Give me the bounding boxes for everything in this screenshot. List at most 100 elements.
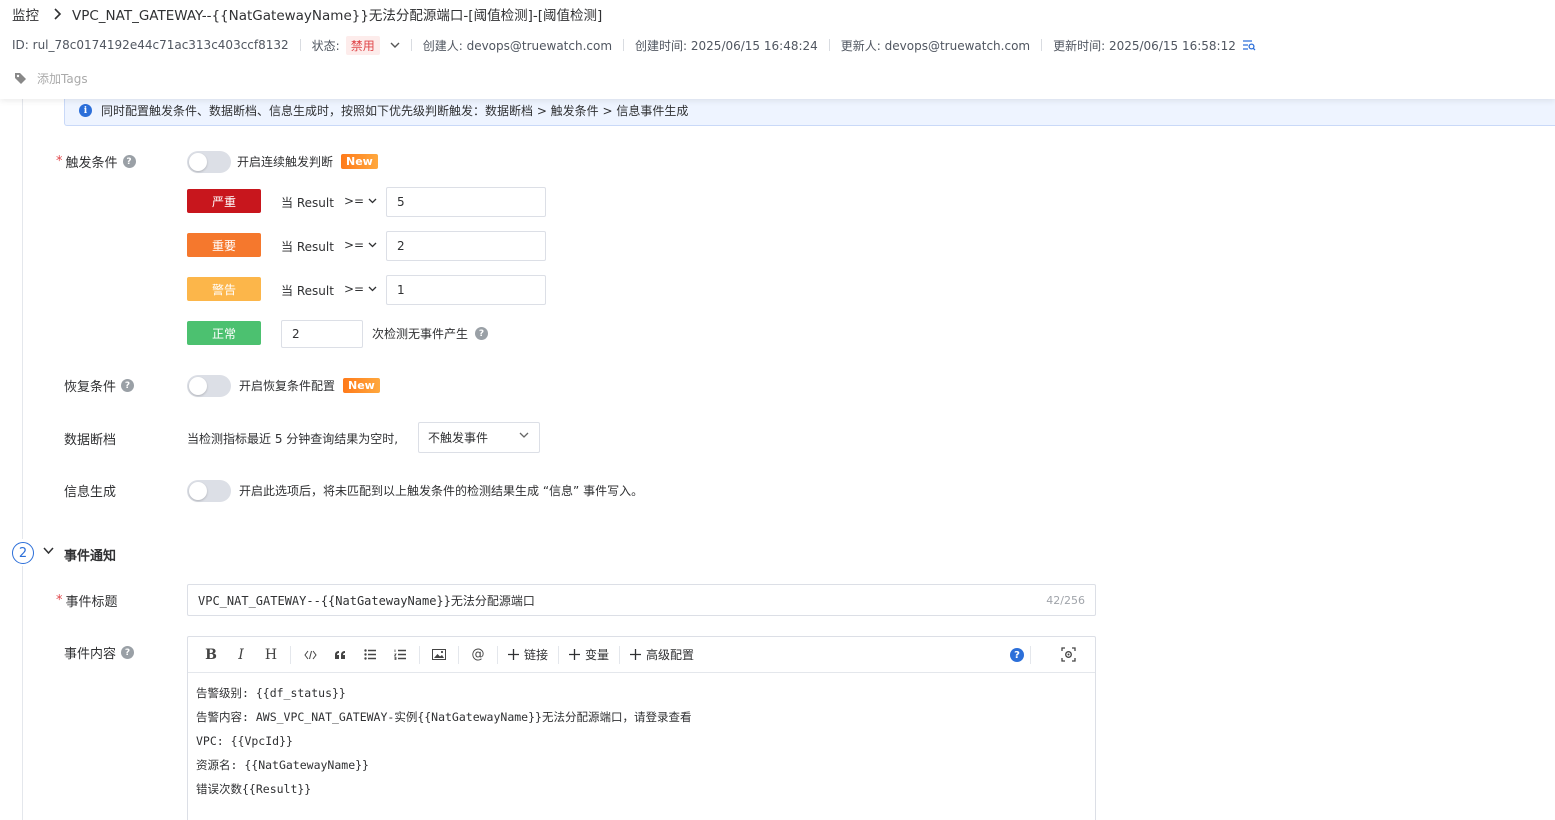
- status-badge: 禁用: [345, 35, 380, 55]
- italic-icon[interactable]: I: [232, 645, 250, 665]
- add-tags[interactable]: 添加Tags: [14, 70, 88, 87]
- bullet-list-icon[interactable]: [361, 645, 379, 665]
- operator-select[interactable]: >=: [344, 282, 377, 296]
- step-number: 2: [12, 542, 34, 564]
- preview-icon[interactable]: [1060, 646, 1076, 662]
- divider: [558, 645, 560, 664]
- event-content-editor[interactable]: B I H @ 链接 变量 高级配置 ? 告警级别: {{df_status}}…: [187, 636, 1096, 820]
- creator: 创建人: devops@truewatch.com: [422, 38, 613, 53]
- history-search-icon[interactable]: [1242, 39, 1256, 51]
- heading-icon[interactable]: H: [262, 645, 280, 665]
- ordered-list-icon[interactable]: [391, 645, 409, 665]
- condition-text: 当 Result: [281, 196, 334, 210]
- divider: [1041, 39, 1043, 51]
- plus-icon: [569, 649, 581, 660]
- threshold-input[interactable]: 2: [386, 231, 546, 261]
- info-gen-label: 信息生成: [64, 485, 117, 500]
- rule-id: ID: rul_78c0174192e44c71ac313c403ccf8132: [12, 38, 289, 52]
- tag-icon: [14, 72, 27, 85]
- divider: [828, 39, 830, 51]
- event-content-label-text: 事件内容: [64, 647, 117, 662]
- chevron-down-icon: [364, 286, 377, 292]
- content-line: 告警内容: AWS_VPC_NAT_GATEWAY-实例{{NatGateway…: [196, 710, 692, 724]
- mention-icon[interactable]: @: [469, 645, 487, 665]
- help-icon[interactable]: ?: [121, 379, 135, 392]
- plus-icon: [508, 649, 519, 660]
- code-icon[interactable]: [301, 645, 319, 665]
- continuous-trigger-text: 开启连续触发判断 New: [237, 153, 378, 170]
- normal-suffix: 次检测无事件产生 ?: [372, 325, 489, 342]
- editor-content[interactable]: 告警级别: {{df_status}} 告警内容: AWS_VPC_NAT_GAT…: [188, 673, 1095, 817]
- level-important: 重要: [187, 233, 261, 257]
- trigger-label-text: 触发条件: [65, 156, 118, 171]
- help-circle-icon[interactable]: ?: [1010, 648, 1024, 662]
- quote-icon[interactable]: [331, 645, 349, 665]
- data-gap-select[interactable]: 不触发事件: [418, 422, 540, 453]
- condition-text: 当 Result: [281, 240, 334, 254]
- help-icon[interactable]: ?: [121, 646, 135, 659]
- recovery-label-text: 恢复条件: [64, 380, 117, 395]
- updater: 更新人: devops@truewatch.com: [840, 38, 1031, 53]
- chevron-down-icon[interactable]: [43, 547, 54, 555]
- content-line: 告警级别: {{df_status}}: [196, 686, 346, 700]
- continuous-trigger-toggle[interactable]: [187, 151, 231, 173]
- char-counter: 42/256: [1046, 594, 1085, 607]
- step-line: [22, 566, 23, 820]
- divider: [497, 645, 498, 664]
- event-title-label: * 事件标题: [56, 591, 118, 610]
- bold-icon[interactable]: B: [202, 645, 220, 665]
- data-gap-text: 当检测指标最近 5 分钟查询结果为空时,: [187, 432, 399, 446]
- chevron-down-icon: [519, 432, 529, 439]
- normal-count-input[interactable]: 2: [281, 320, 363, 348]
- created-at: 创建时间: 2025/06/15 16:48:24: [635, 38, 818, 53]
- threshold-input[interactable]: 5: [386, 187, 546, 217]
- help-icon[interactable]: ?: [475, 327, 489, 340]
- new-badge: New: [343, 378, 380, 393]
- image-icon[interactable]: [430, 645, 448, 665]
- divider: [299, 39, 301, 51]
- meta-bar: ID: rul_78c0174192e44c71ac313c403ccf8132…: [12, 35, 1256, 55]
- step-line: [22, 99, 23, 539]
- page-title: VPC_NAT_GATEWAY--{{NatGatewayName}}无法分配源…: [72, 8, 603, 24]
- new-badge: New: [341, 154, 378, 169]
- add-tags-label: 添加Tags: [37, 72, 88, 86]
- chevron-down-icon[interactable]: [390, 42, 400, 49]
- help-icon[interactable]: ?: [122, 155, 136, 168]
- operator-value: >=: [344, 238, 365, 252]
- advanced-config-button[interactable]: 高级配置: [630, 646, 694, 663]
- divider: [410, 39, 412, 51]
- content-line: 资源名: {{NatGatewayName}}: [196, 758, 369, 772]
- event-title-label-text: 事件标题: [65, 595, 118, 610]
- content-line: VPC: {{VpcId}}: [196, 734, 293, 748]
- level-warning: 警告: [187, 277, 261, 301]
- recovery-toggle-label: 开启恢复条件配置: [239, 379, 336, 393]
- status-label: 状态:: [311, 38, 340, 53]
- insert-variable-label: 变量: [585, 648, 610, 662]
- chevron-down-icon: [364, 242, 377, 248]
- breadcrumb-root[interactable]: 监控: [12, 4, 39, 24]
- insert-variable-button[interactable]: 变量: [569, 646, 609, 663]
- operator-select[interactable]: >=: [344, 194, 377, 208]
- recovery-toggle[interactable]: [187, 375, 231, 397]
- recovery-label: 恢复条件 ?: [64, 376, 135, 395]
- event-title-value: VPC_NAT_GATEWAY--{{NatGatewayName}}无法分配源…: [198, 593, 535, 608]
- toggle-label: 开启连续触发判断: [237, 155, 334, 169]
- info-text: 同时配置触发条件、数据断档、信息生成时，按照如下优先级判断触发：数据断档 > 触…: [101, 104, 689, 118]
- section-title: 事件通知: [64, 549, 117, 564]
- divider: [419, 645, 420, 664]
- level-critical: 严重: [187, 189, 261, 213]
- info-gen-toggle[interactable]: [187, 480, 231, 502]
- operator-value: >=: [344, 282, 365, 296]
- chevron-down-icon: [364, 198, 377, 204]
- chevron-right-icon: [53, 8, 62, 20]
- threshold-input[interactable]: 1: [386, 275, 546, 305]
- required-mark: *: [56, 154, 63, 169]
- trigger-label: * 触发条件 ?: [56, 152, 136, 171]
- insert-link-button[interactable]: 链接: [508, 646, 548, 663]
- priority-info-bar: i 同时配置触发条件、数据断档、信息生成时，按照如下优先级判断触发：数据断档 >…: [64, 96, 1555, 126]
- breadcrumb: 监控 VPC_NAT_GATEWAY--{{NatGatewayName}}无法…: [12, 4, 603, 24]
- info-gen-text: 开启此选项后，将未匹配到以上触发条件的检测结果生成 “信息” 事件写入。: [239, 484, 644, 498]
- event-title-input[interactable]: VPC_NAT_GATEWAY--{{NatGatewayName}}无法分配源…: [187, 584, 1096, 616]
- divider: [623, 39, 625, 51]
- operator-select[interactable]: >=: [344, 238, 377, 252]
